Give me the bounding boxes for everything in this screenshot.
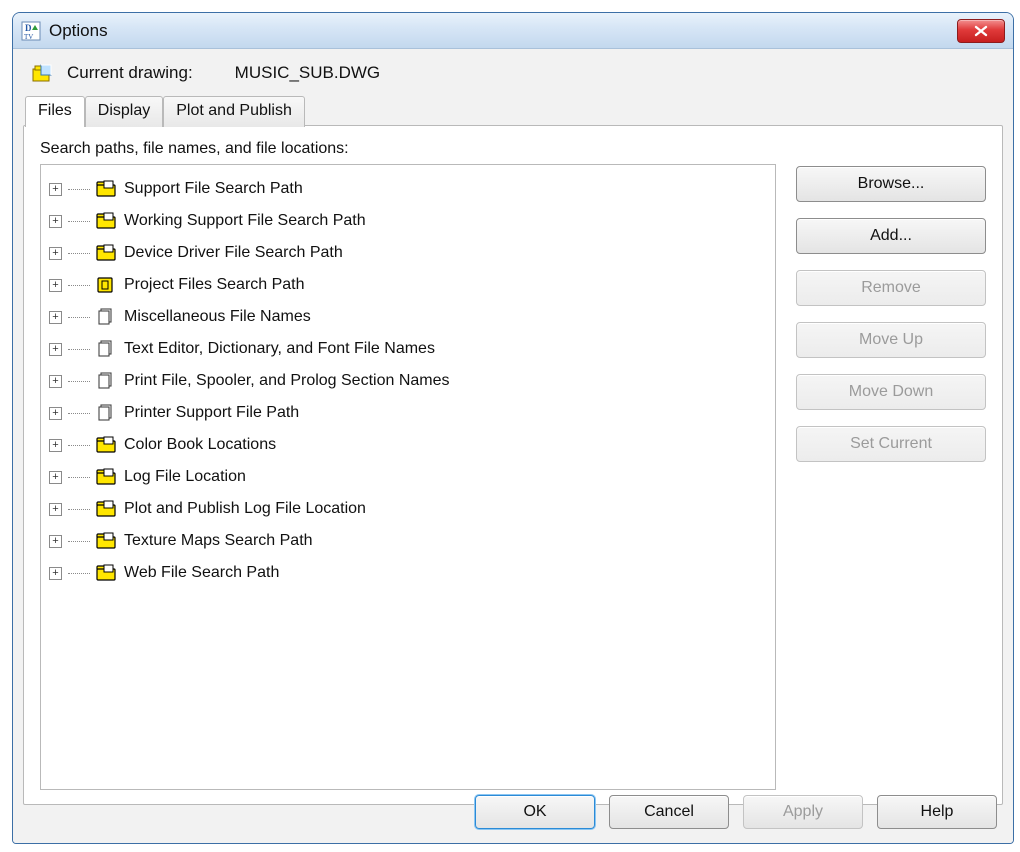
current-drawing-label: Current drawing: bbox=[67, 63, 193, 83]
titlebar: D TV Options bbox=[13, 13, 1013, 49]
tree-item[interactable]: + Plot and Publish Log File Location bbox=[47, 493, 769, 525]
add-button[interactable]: Add... bbox=[796, 218, 986, 254]
tree-connector bbox=[68, 221, 90, 223]
tab-display[interactable]: Display bbox=[85, 96, 163, 127]
help-button[interactable]: Help bbox=[877, 795, 997, 829]
tree-item[interactable]: + Log File Location bbox=[47, 461, 769, 493]
tree-item-label: Working Support File Search Path bbox=[124, 212, 366, 230]
expand-icon[interactable]: + bbox=[49, 407, 62, 420]
tree-item-label: Miscellaneous File Names bbox=[124, 308, 311, 326]
expand-icon[interactable]: + bbox=[49, 215, 62, 228]
app-icon: D TV bbox=[21, 21, 41, 41]
section-label: Search paths, file names, and file locat… bbox=[40, 140, 776, 158]
remove-button: Remove bbox=[796, 270, 986, 306]
tree-connector bbox=[68, 285, 90, 287]
tree-item-label: Print File, Spooler, and Prolog Section … bbox=[124, 372, 450, 390]
tree-item[interactable]: + Print File, Spooler, and Prolog Sectio… bbox=[47, 365, 769, 397]
tree-item-label: Text Editor, Dictionary, and Font File N… bbox=[124, 340, 435, 358]
ok-button[interactable]: OK bbox=[475, 795, 595, 829]
tree-connector bbox=[68, 381, 90, 383]
tab-plot-and-publish[interactable]: Plot and Publish bbox=[163, 96, 305, 127]
close-button[interactable] bbox=[957, 19, 1005, 43]
expand-icon[interactable]: + bbox=[49, 343, 62, 356]
tree-item-label: Color Book Locations bbox=[124, 436, 276, 454]
tree-box[interactable]: + Support File Search Path+ Working Supp… bbox=[40, 164, 776, 790]
box-icon bbox=[96, 276, 118, 294]
tree-item-label: Support File Search Path bbox=[124, 180, 303, 198]
tree-item[interactable]: + Support File Search Path bbox=[47, 173, 769, 205]
stack-icon bbox=[96, 404, 118, 422]
options-window: D TV Options bbox=[12, 12, 1014, 844]
folder-icon bbox=[96, 532, 118, 550]
client-area: Current drawing: MUSIC_SUB.DWG FilesDisp… bbox=[13, 49, 1013, 843]
tree-item[interactable]: + Text Editor, Dictionary, and Font File… bbox=[47, 333, 769, 365]
folder-icon bbox=[96, 500, 118, 518]
tree-connector bbox=[68, 477, 90, 479]
tree-item-label: Web File Search Path bbox=[124, 564, 279, 582]
tree-item[interactable]: + Device Driver File Search Path bbox=[47, 237, 769, 269]
tree-connector bbox=[68, 349, 90, 351]
tree-item-label: Device Driver File Search Path bbox=[124, 244, 343, 262]
folder-icon bbox=[96, 180, 118, 198]
tree-item[interactable]: + Texture Maps Search Path bbox=[47, 525, 769, 557]
tree-item[interactable]: + Miscellaneous File Names bbox=[47, 301, 769, 333]
tabstrip: FilesDisplayPlot and Publish bbox=[25, 96, 305, 126]
move-down-button: Move Down bbox=[796, 374, 986, 410]
expand-icon[interactable]: + bbox=[49, 439, 62, 452]
move-up-button: Move Up bbox=[796, 322, 986, 358]
apply-button: Apply bbox=[743, 795, 863, 829]
folder-icon bbox=[96, 564, 118, 582]
expand-icon[interactable]: + bbox=[49, 375, 62, 388]
svg-text:TV: TV bbox=[24, 33, 33, 41]
tree-item[interactable]: + Printer Support File Path bbox=[47, 397, 769, 429]
drawing-icon bbox=[31, 61, 55, 85]
tree-item-label: Plot and Publish Log File Location bbox=[124, 500, 366, 518]
tree-connector bbox=[68, 189, 90, 191]
expand-icon[interactable]: + bbox=[49, 311, 62, 324]
expand-icon[interactable]: + bbox=[49, 471, 62, 484]
current-drawing-row: Current drawing: MUSIC_SUB.DWG bbox=[23, 57, 1003, 95]
tab-panel-files: Search paths, file names, and file locat… bbox=[23, 125, 1003, 805]
folder-icon bbox=[96, 436, 118, 454]
set-current-button: Set Current bbox=[796, 426, 986, 462]
tree-connector bbox=[68, 445, 90, 447]
browse-button[interactable]: Browse... bbox=[796, 166, 986, 202]
tree-item-label: Log File Location bbox=[124, 468, 246, 486]
tree-item-label: Printer Support File Path bbox=[124, 404, 299, 422]
tree-connector bbox=[68, 317, 90, 319]
tree-item-label: Texture Maps Search Path bbox=[124, 532, 313, 550]
tree-item[interactable]: + Web File Search Path bbox=[47, 557, 769, 589]
tree-connector bbox=[68, 541, 90, 543]
tree-item[interactable]: + Working Support File Search Path bbox=[47, 205, 769, 237]
expand-icon[interactable]: + bbox=[49, 183, 62, 196]
stack-icon bbox=[96, 308, 118, 326]
tree-connector bbox=[68, 413, 90, 415]
tab-files[interactable]: Files bbox=[25, 96, 85, 127]
folder-icon bbox=[96, 212, 118, 230]
window-title: Options bbox=[49, 21, 957, 41]
expand-icon[interactable]: + bbox=[49, 535, 62, 548]
side-button-column: Browse... Add... Remove Move Up Move Down Set… bbox=[796, 166, 986, 790]
expand-icon[interactable]: + bbox=[49, 503, 62, 516]
stack-icon bbox=[96, 340, 118, 358]
close-icon bbox=[973, 25, 989, 37]
folder-icon bbox=[96, 468, 118, 486]
current-drawing-value: MUSIC_SUB.DWG bbox=[235, 63, 380, 83]
tree-connector bbox=[68, 573, 90, 575]
tree-connector bbox=[68, 509, 90, 511]
stack-icon bbox=[96, 372, 118, 390]
tree-item[interactable]: + Project Files Search Path bbox=[47, 269, 769, 301]
tree-connector bbox=[68, 253, 90, 255]
canvas: D TV Options bbox=[0, 0, 1020, 852]
expand-icon[interactable]: + bbox=[49, 279, 62, 292]
folder-icon bbox=[96, 244, 118, 262]
svg-text:D: D bbox=[25, 23, 32, 33]
tree-item[interactable]: + Color Book Locations bbox=[47, 429, 769, 461]
dialog-button-row: OK Cancel Apply Help bbox=[475, 795, 997, 829]
tree-item-label: Project Files Search Path bbox=[124, 276, 305, 294]
cancel-button[interactable]: Cancel bbox=[609, 795, 729, 829]
expand-icon[interactable]: + bbox=[49, 567, 62, 580]
expand-icon[interactable]: + bbox=[49, 247, 62, 260]
